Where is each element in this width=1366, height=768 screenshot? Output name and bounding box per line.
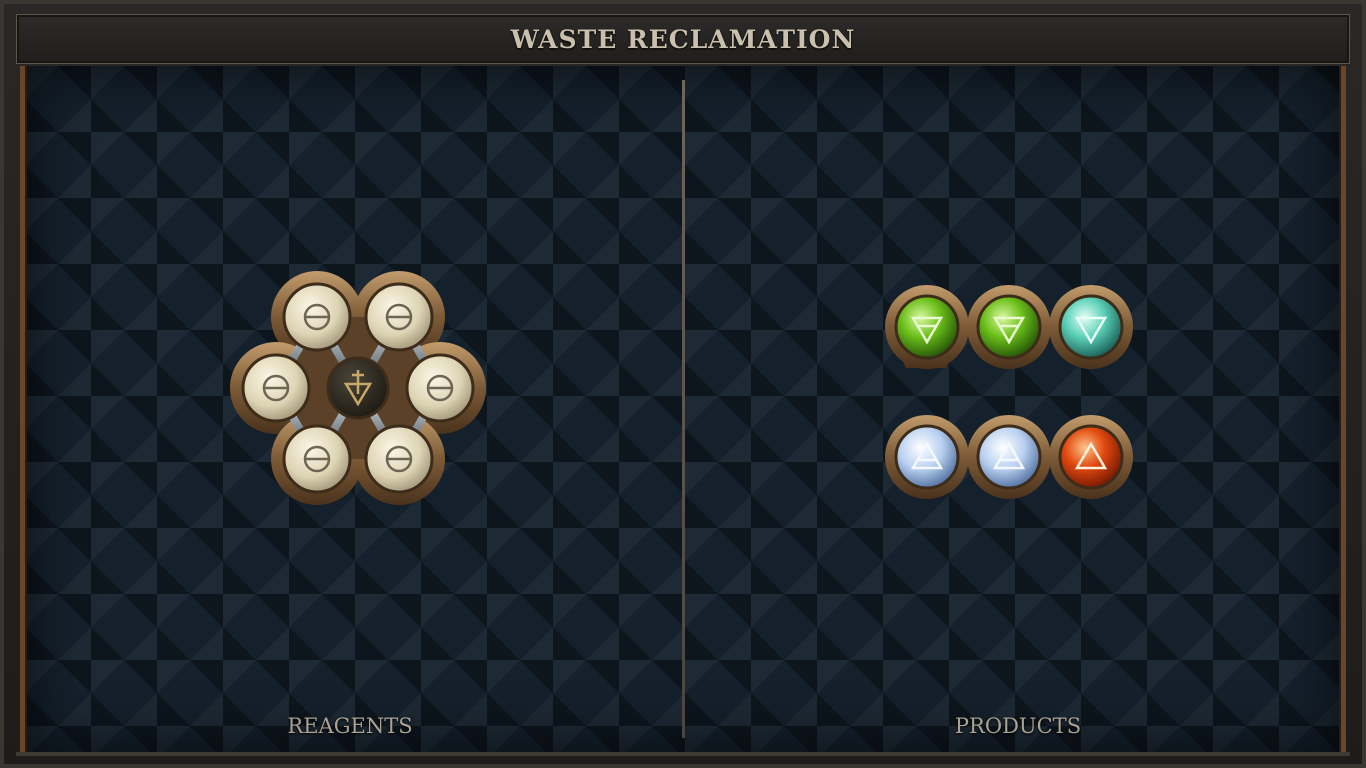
lead-atom — [326, 356, 390, 420]
molecule-graphics — [230, 271, 1133, 505]
water-atom — [1058, 294, 1124, 360]
salt-atom — [405, 353, 475, 423]
fire-atom — [1058, 424, 1124, 490]
product-molecule-2 — [885, 415, 1133, 499]
product-molecule-1 — [885, 285, 1133, 369]
reagent-molecule — [230, 271, 486, 505]
products-label: PRODUCTS — [954, 714, 1082, 738]
salt-atom — [364, 282, 434, 352]
air-atom — [976, 424, 1042, 490]
earth-atom — [894, 294, 960, 360]
earth-atom — [976, 294, 1042, 360]
salt-atom — [364, 424, 434, 494]
salt-atom — [282, 282, 352, 352]
air-atom — [894, 424, 960, 490]
salt-atom — [282, 424, 352, 494]
reagents-label: REAGENTS — [287, 714, 413, 738]
salt-atom — [241, 353, 311, 423]
